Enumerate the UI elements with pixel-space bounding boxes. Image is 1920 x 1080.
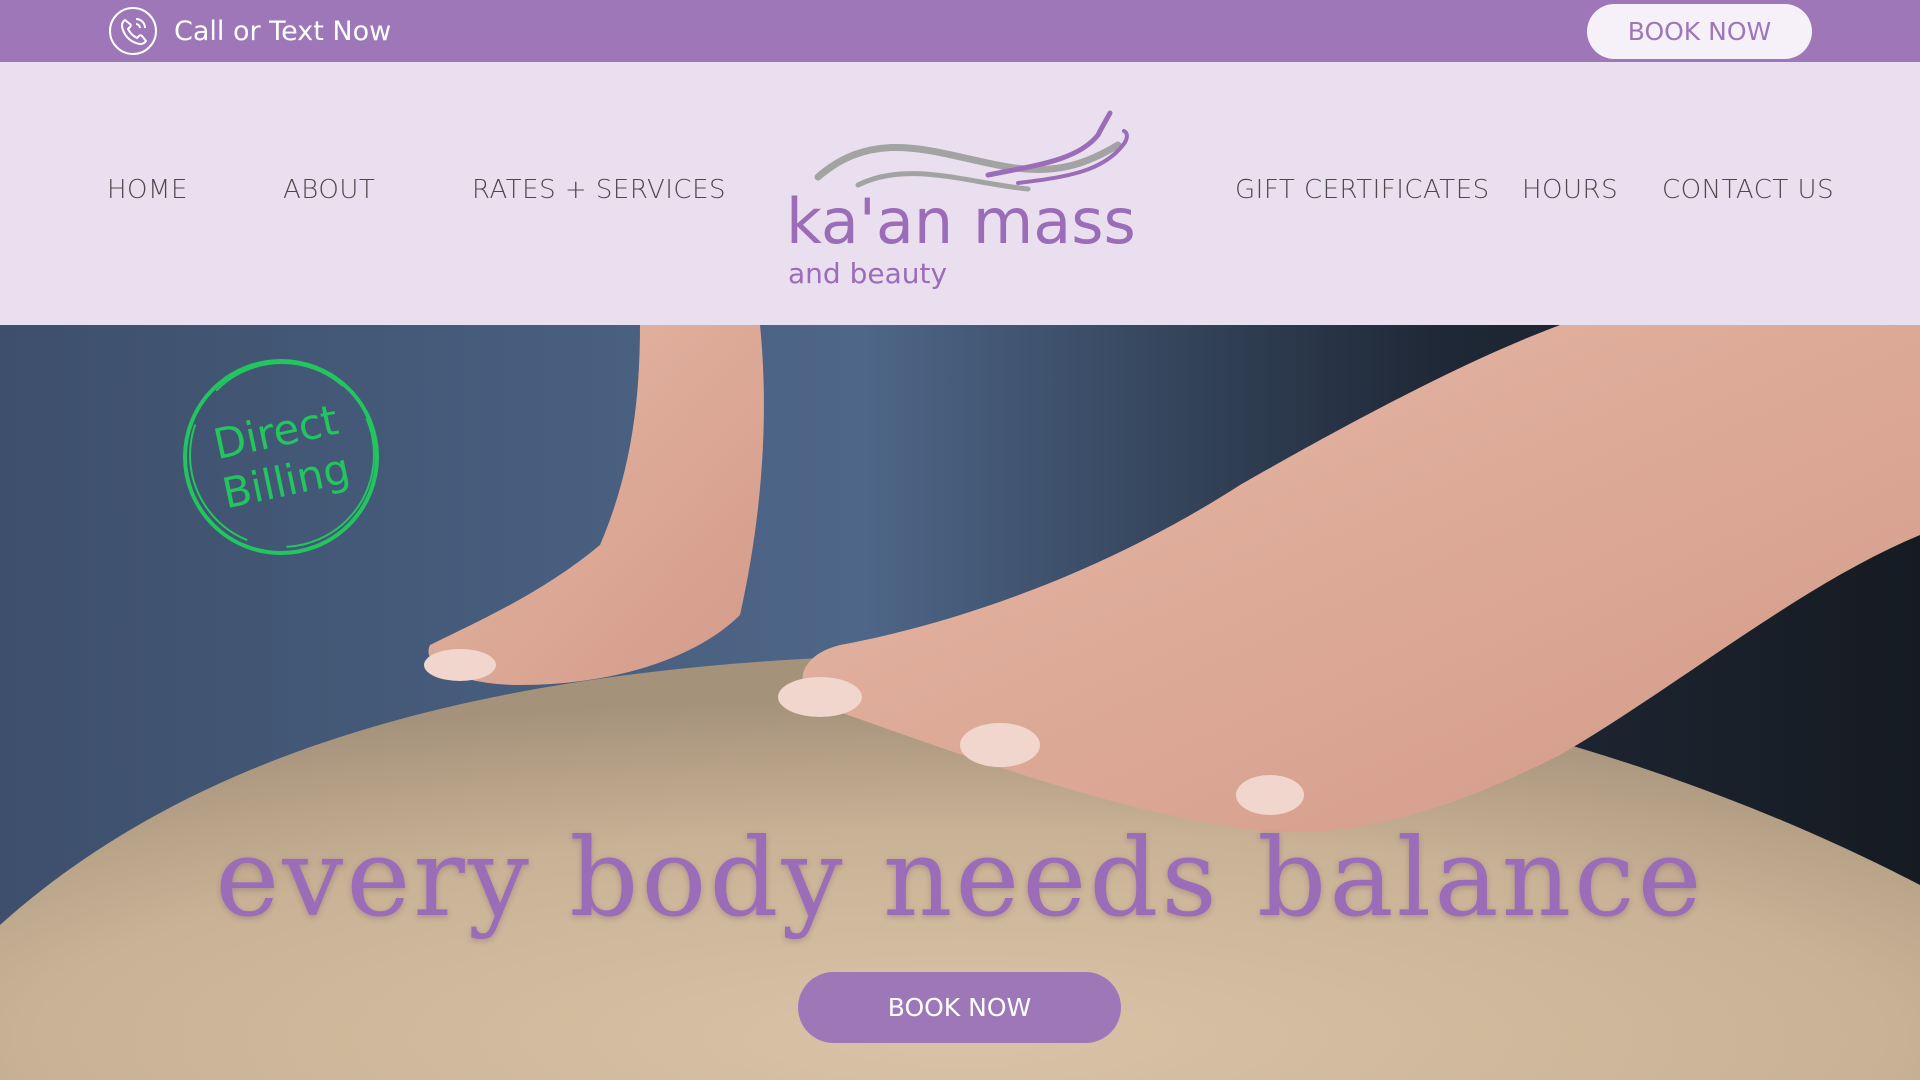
hero-section: Direct Billing every body needs balance … <box>0 325 1920 1080</box>
top-bar: Call or Text Now BOOK NOW <box>0 0 1920 62</box>
top-book-now-button[interactable]: BOOK NOW <box>1587 4 1812 59</box>
site-header: HOME ABOUT RATES + SERVICES ka'an massag… <box>0 62 1920 325</box>
phone-icon[interactable] <box>107 5 159 57</box>
nav-home[interactable]: HOME <box>107 175 188 205</box>
nav-contact-us[interactable]: CONTACT US <box>1662 175 1834 205</box>
call-or-text-link[interactable]: Call or Text Now <box>174 14 391 50</box>
logo-name: ka'an massage <box>786 185 1138 258</box>
direct-billing-badge: Direct Billing <box>183 359 379 555</box>
logo-tagline: and beauty <box>788 257 947 290</box>
nav-gift-certificates[interactable]: GIFT CERTIFICATES <box>1235 175 1490 205</box>
nav-hours[interactable]: HOURS <box>1522 175 1618 205</box>
kaan-massage-logo[interactable]: ka'an massage and beauty <box>778 105 1138 290</box>
nav-about[interactable]: ABOUT <box>283 175 375 205</box>
nav-rates-services[interactable]: RATES + SERVICES <box>472 175 726 205</box>
hero-book-now-button[interactable]: BOOK NOW <box>798 972 1121 1043</box>
hero-headline: every body needs balance <box>215 816 1705 941</box>
